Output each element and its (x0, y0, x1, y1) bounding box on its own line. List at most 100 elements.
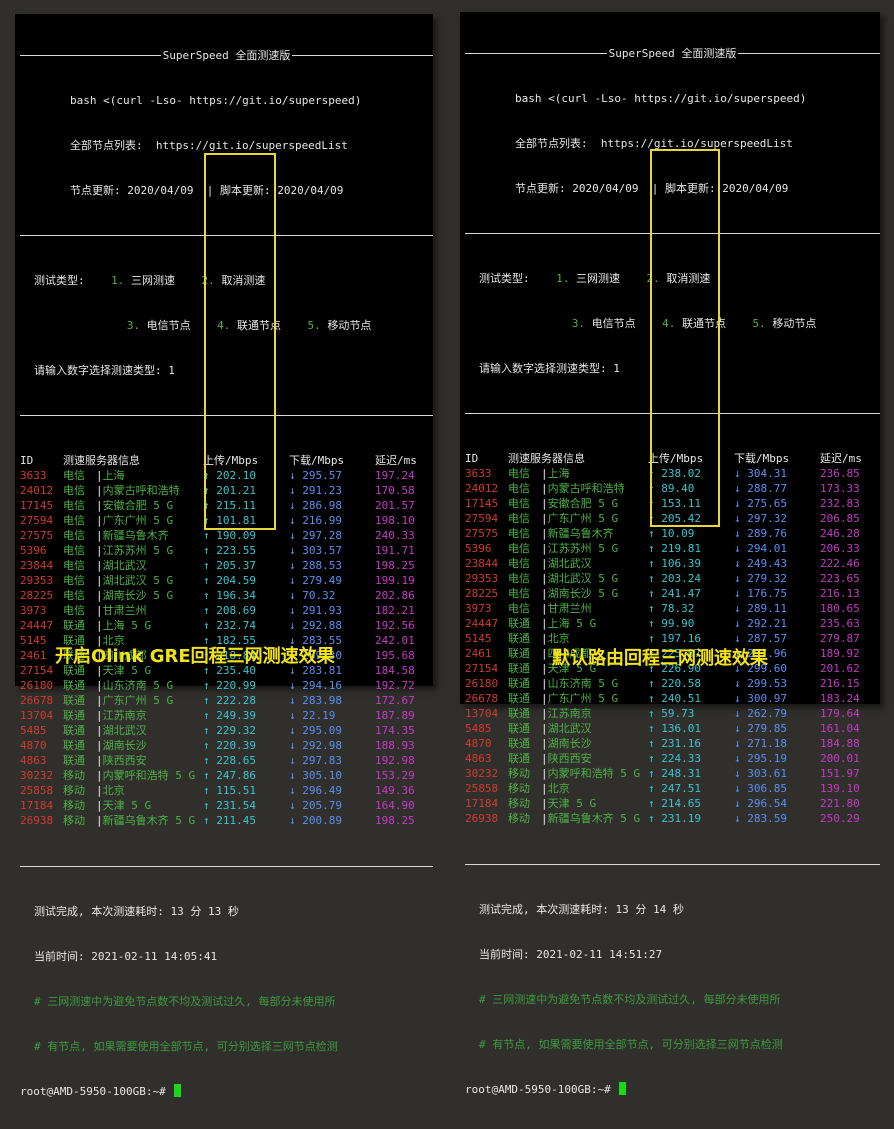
row-location-text: 湖北武汉 5 G (547, 572, 619, 585)
row-latency: 279.87 (820, 632, 860, 645)
row-location: |内蒙呼和浩特 5 G (541, 766, 648, 781)
done-line: 测试完成, 本次测速耗时: 13 分 14 秒 (479, 903, 684, 916)
caption-right: 默认路由回程三网测速效果 (552, 648, 768, 669)
row-location-text: 湖北武汉 (547, 557, 592, 570)
row-download: ↓ 295.09 (289, 724, 342, 737)
table-row: 30232 移动 |内蒙呼和浩特 5 G ↑ 248.31 ↓ 303.61 151.97 (465, 766, 870, 781)
row-latency: 161.04 (820, 722, 860, 735)
row-upload: ↑ 231.19 (648, 812, 701, 825)
row-location: |湖南长沙 5 G (541, 586, 648, 601)
row-id: 2461 (465, 647, 492, 660)
row-id: 5485 (20, 724, 47, 737)
row-location-text: 湖南长沙 5 G (102, 589, 174, 602)
row-location-text: 安徽合肥 5 G (102, 499, 174, 512)
row-id: 24012 (465, 482, 499, 495)
row-id: 25858 (465, 782, 499, 795)
col-download: 下载/Mbps (289, 454, 345, 467)
row-isp: 联通 (508, 722, 530, 735)
row-location-text: 江苏南京 (547, 707, 592, 720)
row-latency: 242.01 (375, 634, 415, 647)
row-latency: 235.63 (820, 617, 860, 630)
row-location-text: 安徽合肥 5 G (547, 497, 619, 510)
separator: | (541, 737, 548, 750)
row-latency: 232.83 (820, 497, 860, 510)
row-isp: 电信 (63, 589, 85, 602)
row-upload: ↑ 211.45 (203, 814, 256, 827)
row-id: 3973 (465, 602, 492, 615)
row-latency: 216.13 (820, 587, 860, 600)
row-isp: 电信 (508, 512, 530, 525)
menu-type-label: 测试类型: (34, 274, 85, 287)
row-location: |内蒙呼和浩特 5 G (96, 768, 203, 783)
row-location-text: 天津 5 G (547, 797, 597, 810)
row-download: ↓ 294.16 (289, 679, 342, 692)
row-latency: 164.90 (375, 799, 415, 812)
col-server: 测速服务器信息 (508, 452, 585, 465)
row-id: 26678 (20, 694, 54, 707)
row-download: ↓ 303.57 (289, 544, 342, 557)
row-id: 27575 (465, 527, 499, 540)
separator: | (541, 707, 548, 720)
table-row: 17184 移动 |天津 5 G ↑ 214.65 ↓ 296.54 221.80 (465, 796, 870, 811)
row-upload: ↑ 106.39 (648, 557, 701, 570)
row-latency: 201.62 (820, 662, 860, 675)
table-row: 4870 联通 |湖南长沙 ↑ 220.39 ↓ 292.98 188.93 (20, 738, 425, 753)
table-row: 26678 联通 |广东广州 5 G ↑ 240.51 ↓ 300.97 183.24 (465, 691, 870, 706)
row-isp: 移动 (63, 814, 85, 827)
shell-prompt[interactable]: root@AMD-5950-100GB:~# (20, 1084, 433, 1099)
row-isp: 联通 (63, 694, 85, 707)
row-location: |广东广州 5 G (541, 691, 648, 706)
row-upload: ↑ 248.31 (648, 767, 701, 780)
row-latency: 206.33 (820, 542, 860, 555)
table-row: 26938 移动 |新疆乌鲁木齐 5 G ↑ 211.45 ↓ 200.89 198.25 (20, 813, 425, 828)
row-isp: 电信 (63, 514, 85, 527)
terminal-panel-right: SuperSpeed 全面测速版 bash <(curl -Lso- https… (460, 12, 880, 1096)
note-line-1: # 三网测速中为避免节点数不均及测试过久, 每部分未使用所 (34, 995, 336, 1008)
row-location-text: 广东广州 5 G (547, 512, 619, 525)
shell-prompt[interactable]: root@AMD-5950-100GB:~# (465, 1082, 880, 1097)
row-location: |上海 (96, 468, 203, 483)
separator: | (541, 632, 548, 645)
row-isp: 电信 (63, 544, 85, 557)
note-line-2: # 有节点, 如果需要使用全部节点, 可分别选择三网节点检测 (479, 1038, 783, 1051)
header-title: SuperSpeed 全面测速版 (162, 49, 291, 62)
separator: | (96, 799, 103, 812)
separator: | (96, 679, 103, 692)
table-row: 5485 联通 |湖北武汉 ↑ 229.32 ↓ 295.09 174.35 (20, 723, 425, 738)
row-id: 25858 (20, 784, 54, 797)
row-download: ↓ 275.65 (734, 497, 787, 510)
note-line-1: # 三网测速中为避免节点数不均及测试过久, 每部分未使用所 (479, 993, 781, 1006)
row-id: 27575 (20, 529, 54, 542)
time-line: 当前时间: 2021-02-11 14:51:27 (479, 948, 663, 961)
row-isp: 联通 (508, 677, 530, 690)
row-download: ↓ 271.18 (734, 737, 787, 750)
row-id: 17184 (465, 797, 499, 810)
separator: | (96, 739, 103, 752)
col-download: 下载/Mbps (734, 452, 790, 465)
row-latency: 170.58 (375, 484, 415, 497)
separator: | (96, 574, 103, 587)
row-id: 24447 (20, 619, 54, 632)
row-latency: 240.33 (375, 529, 415, 542)
row-isp: 联通 (508, 752, 530, 765)
separator: | (541, 677, 548, 690)
row-download: ↓ 289.76 (734, 527, 787, 540)
table-row: 13704 联通 |江苏南京 ↑ 59.73 ↓ 262.79 179.64 (465, 706, 870, 721)
row-id: 4870 (465, 737, 492, 750)
row-isp: 联通 (63, 739, 85, 752)
row-latency: 174.35 (375, 724, 415, 737)
separator: | (96, 769, 103, 782)
row-latency: 199.19 (375, 574, 415, 587)
row-isp: 联通 (63, 754, 85, 767)
row-latency: 195.68 (375, 649, 415, 662)
row-location: |湖南长沙 (96, 738, 203, 753)
row-location: |新疆乌鲁木齐 5 G (96, 813, 203, 828)
row-download: ↓ 262.79 (734, 707, 787, 720)
separator: | (541, 692, 548, 705)
row-location: |内蒙古呼和浩特 (96, 483, 203, 498)
row-download: ↓ 291.93 (289, 604, 342, 617)
row-location-text: 新疆乌鲁木齐 5 G (102, 814, 196, 827)
separator: | (541, 722, 548, 735)
row-latency: 192.56 (375, 619, 415, 632)
row-location: |江苏南京 (541, 706, 648, 721)
